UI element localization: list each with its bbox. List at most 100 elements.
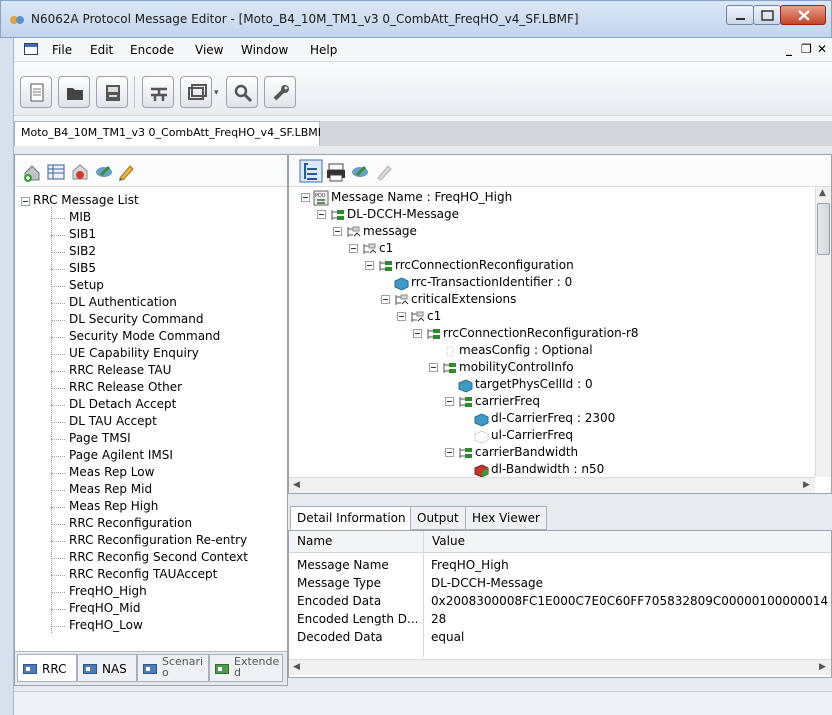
window-frame-left — [0, 38, 14, 715]
edit-field-icon[interactable] — [349, 161, 371, 183]
column-header-name[interactable]: Name — [289, 531, 423, 553]
collapse-icon[interactable] — [317, 210, 326, 219]
int-node-icon — [394, 277, 409, 291]
collapse-icon[interactable] — [445, 397, 454, 406]
document-window-icon[interactable] — [24, 43, 38, 55]
message-structure-panel: PDU Message Name : FreqHO_High DL-DCCH-Mes… — [288, 154, 832, 494]
settings-button[interactable] — [264, 76, 296, 108]
print-icon[interactable] — [325, 161, 347, 183]
table-row[interactable]: Encoded Data 0x2008300008FC1E000C7E0C60FF… — [289, 593, 831, 611]
collapse-icon[interactable] — [365, 261, 374, 270]
menu-encode[interactable]: Encode — [130, 43, 174, 57]
minimize-button[interactable] — [726, 5, 754, 25]
menu-edit[interactable]: Edit — [90, 43, 113, 57]
tree-node-label: rrcConnectionReconfiguration — [395, 258, 574, 272]
collapse-icon[interactable] — [349, 244, 358, 253]
new-file-button[interactable] — [20, 76, 52, 108]
column-header-value[interactable]: Value — [424, 531, 831, 553]
tree-node[interactable]: carrierFreq — [445, 394, 809, 411]
message-editor-pane: PDU Message Name : FreqHO_High DL-DCCH-Mes… — [288, 154, 832, 686]
menu-bar: File Edit Encode View Window Help _ ❐ ✕ — [14, 38, 832, 62]
tree-node[interactable]: dl-CarrierFreq : 2300 — [461, 411, 809, 428]
window-dropdown-arrow[interactable]: ▾ — [214, 88, 219, 98]
status-bar — [14, 691, 832, 715]
tab-scenario[interactable]: Scenari o — [137, 654, 209, 682]
tree-node[interactable]: rrcConnectionReconfiguration — [365, 258, 809, 275]
menu-file[interactable]: File — [52, 43, 72, 57]
tab-extended[interactable]: Extende d — [209, 654, 283, 682]
pdu-node-icon: PDU — [313, 190, 329, 206]
seq-node-icon — [427, 329, 440, 339]
message-list-toolbar — [15, 155, 287, 187]
mdi-close-button[interactable]: ✕ — [817, 42, 827, 56]
tree-node[interactable]: message — [333, 224, 809, 241]
menu-help[interactable]: Help — [310, 43, 337, 57]
mdi-restore-button[interactable]: ❐ — [801, 42, 812, 56]
pencil-icon[interactable] — [115, 161, 137, 183]
collapse-icon[interactable] — [381, 295, 390, 304]
tree-node[interactable]: c1 — [349, 241, 809, 258]
edit-message-icon[interactable] — [93, 161, 115, 183]
message-category-tabs: RRC NAS Scenari o Extende d — [15, 651, 287, 685]
window-button[interactable] — [180, 76, 212, 108]
tree-view-icon[interactable] — [299, 159, 323, 183]
scroll-left-arrow[interactable]: ◀ — [293, 662, 300, 672]
encode-button[interactable] — [142, 76, 174, 108]
mdi-minimize-button[interactable]: _ — [786, 42, 792, 56]
collapse-icon[interactable] — [333, 227, 342, 236]
scroll-right-arrow[interactable]: ▶ — [819, 662, 826, 672]
horizontal-scrollbar[interactable]: ◀ ▶ — [289, 477, 815, 493]
tab-output[interactable]: Output — [410, 506, 466, 530]
tree-node[interactable]: PDU Message Name : FreqHO_High — [301, 190, 809, 207]
toolbar-separator — [134, 76, 135, 108]
delete-message-icon[interactable] — [69, 161, 91, 183]
scrollbar-thumb[interactable] — [817, 203, 830, 255]
tree-node[interactable]: mobilityControlInfo — [429, 360, 809, 377]
collapse-icon[interactable] — [429, 363, 438, 372]
add-message-icon[interactable] — [21, 161, 43, 183]
table-row[interactable]: Encoded Length D... 28 — [289, 611, 831, 629]
scroll-left-arrow[interactable]: ◀ — [293, 480, 300, 490]
tab-detail-information[interactable]: Detail Information — [290, 506, 413, 530]
collapse-icon[interactable] — [413, 329, 422, 338]
scroll-up-arrow[interactable]: ▲ — [819, 188, 826, 198]
tree-node[interactable]: rrc-TransactionIdentifier : 0 — [381, 275, 809, 292]
menu-view[interactable]: View — [195, 43, 223, 57]
collapse-icon[interactable] — [397, 312, 406, 321]
close-button[interactable] — [780, 5, 826, 25]
tree-node[interactable]: ul-CarrierFreq — [461, 428, 809, 445]
tree-node[interactable]: measConfig : Optional — [429, 343, 809, 360]
table-row[interactable]: Message Name FreqHO_High — [289, 557, 831, 575]
collapse-icon[interactable] — [21, 197, 30, 206]
choice-node-icon — [347, 226, 361, 237]
document-tab[interactable]: Moto_B4_10M_TM1_v3 0_CombAtt_FreqHO_v4_S… — [14, 121, 324, 146]
tree-node-label: dl-Bandwidth : n50 — [491, 462, 605, 476]
detail-tab-strip: Detail Information Output Hex Viewer — [288, 504, 832, 530]
tree-node[interactable]: criticalExtensions — [381, 292, 809, 309]
tree-root-rrc-message-list[interactable]: RRC Message List — [33, 193, 139, 210]
tree-node-label: c1 — [427, 309, 442, 323]
tree-node[interactable]: c1 — [397, 309, 809, 326]
tab-rrc[interactable]: RRC — [17, 654, 77, 682]
scroll-right-arrow[interactable]: ▶ — [803, 480, 810, 490]
save-button[interactable] — [96, 76, 128, 108]
vertical-scrollbar[interactable]: ▲ — [815, 187, 831, 477]
detail-table: Name Value Message Name FreqHO_High Messa… — [288, 530, 832, 678]
tree-node[interactable]: DL-DCCH-Message — [317, 207, 809, 224]
menu-window[interactable]: Window — [241, 43, 288, 57]
tree-node[interactable]: carrierBandwidth — [445, 445, 809, 462]
maximize-button[interactable] — [753, 5, 781, 25]
detail-horizontal-scrollbar[interactable]: ◀ ▶ — [289, 659, 831, 675]
tree-node-label: measConfig : Optional — [459, 343, 593, 357]
tree-node[interactable]: rrcConnectionReconfiguration-r8 — [413, 326, 809, 343]
search-button[interactable] — [226, 76, 258, 108]
tab-nas[interactable]: NAS — [77, 654, 137, 682]
table-view-icon[interactable] — [45, 161, 67, 183]
tab-hex-viewer[interactable]: Hex Viewer — [465, 506, 547, 530]
collapse-icon[interactable] — [445, 448, 454, 457]
open-folder-button[interactable] — [58, 76, 90, 108]
collapse-icon[interactable] — [301, 193, 310, 202]
tree-node[interactable]: targetPhysCellId : 0 — [445, 377, 809, 394]
table-row[interactable]: Message Type DL-DCCH-Message — [289, 575, 831, 593]
table-row[interactable]: Decoded Data equal — [289, 629, 831, 647]
